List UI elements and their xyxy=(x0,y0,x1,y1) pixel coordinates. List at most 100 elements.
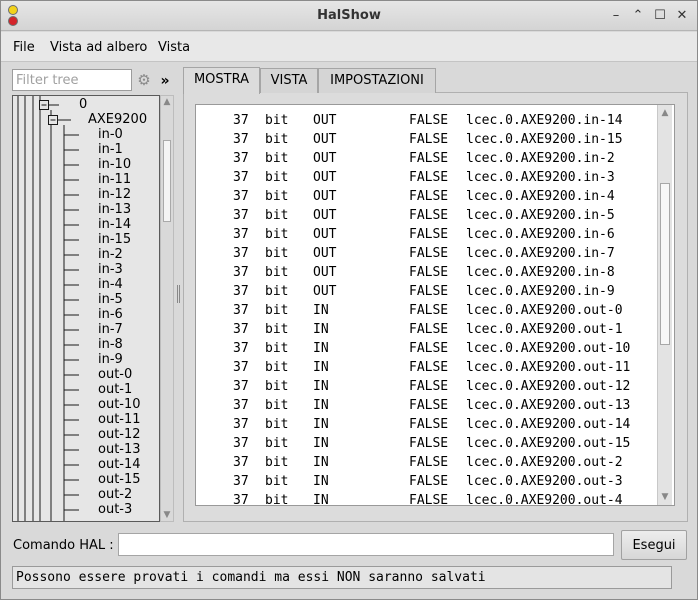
restore-icon[interactable]: ☐ xyxy=(651,7,669,25)
scroll-down-icon[interactable]: ▼ xyxy=(161,509,173,521)
menu-view[interactable]: Vista xyxy=(158,40,190,55)
filter-tree-input[interactable] xyxy=(12,69,132,91)
pin-row[interactable]: 37 bit IN FALSE lcec.0.AXE9200.out-1 xyxy=(196,322,656,341)
tree-leaf[interactable]: in-13 xyxy=(98,202,131,217)
pin-direction: OUT xyxy=(313,227,337,242)
tree-leaf[interactable]: out-0 xyxy=(98,367,132,382)
tree-leaf[interactable]: in-3 xyxy=(98,262,123,277)
pin-row[interactable]: 37 bit IN FALSE lcec.0.AXE9200.out-12 xyxy=(196,379,656,398)
menu-file[interactable]: File xyxy=(13,40,35,55)
pin-tree[interactable]: 0 AXE9200 in-0 in-1 in-10 in-11 in-12 in-13 in-1… xyxy=(12,95,160,522)
pane-splitter-handle[interactable] xyxy=(177,285,180,303)
pin-name: lcec.0.AXE9200.in-2 xyxy=(466,151,615,166)
content-scroll-thumb[interactable] xyxy=(660,183,670,345)
pin-owner: 37 xyxy=(233,493,249,506)
command-input[interactable] xyxy=(118,533,614,556)
tree-scroll-thumb[interactable] xyxy=(163,140,171,222)
pin-direction: IN xyxy=(313,379,329,394)
pin-row[interactable]: 37 bit IN FALSE lcec.0.AXE9200.out-2 xyxy=(196,455,656,474)
close-icon[interactable]: ✕ xyxy=(673,7,691,25)
tree-leaf[interactable]: in-11 xyxy=(98,172,131,187)
tree-leaf[interactable]: out-12 xyxy=(98,427,141,442)
run-button[interactable]: Esegui xyxy=(621,530,687,560)
pin-name: lcec.0.AXE9200.out-1 xyxy=(466,322,623,337)
minimize-icon[interactable]: – xyxy=(607,7,625,25)
pin-direction: OUT xyxy=(313,246,337,261)
pin-row[interactable]: 37 bit IN FALSE lcec.0.AXE9200.out-10 xyxy=(196,341,656,360)
pin-owner: 37 xyxy=(233,436,249,451)
tree-leaf[interactable]: out-2 xyxy=(98,487,132,502)
tree-leaf[interactable]: in-2 xyxy=(98,247,123,262)
tree-leaf[interactable]: in-12 xyxy=(98,187,131,202)
pin-owner: 37 xyxy=(233,284,249,299)
pin-type: bit xyxy=(265,170,289,185)
pin-type: bit xyxy=(265,189,289,204)
pin-row[interactable]: 37 bit IN FALSE lcec.0.AXE9200.out-15 xyxy=(196,436,656,455)
pin-row[interactable]: 37 bit IN FALSE lcec.0.AXE9200.out-3 xyxy=(196,474,656,493)
pin-list[interactable]: 37 bit OUT FALSE lcec.0.AXE9200.in-14 37 bit OU… xyxy=(195,104,675,506)
tree-leaf[interactable]: in-1 xyxy=(98,142,123,157)
tree-leaf[interactable]: in-6 xyxy=(98,307,123,322)
pin-row[interactable]: 37 bit OUT FALSE lcec.0.AXE9200.in-6 xyxy=(196,227,656,246)
expand-icon[interactable]: » xyxy=(158,71,172,91)
pin-row[interactable]: 37 bit OUT FALSE lcec.0.AXE9200.in-14 xyxy=(196,113,656,132)
tree-leaf[interactable]: in-4 xyxy=(98,277,123,292)
pin-owner: 37 xyxy=(233,360,249,375)
halshow-window: HalShow – ⌃ ☐ ✕ File Vista ad albero Vis… xyxy=(0,0,698,600)
tree-node-device[interactable]: AXE9200 xyxy=(88,112,147,127)
tree-leaf[interactable]: in-0 xyxy=(98,127,123,142)
tree-leaf[interactable]: in-9 xyxy=(98,352,123,367)
menu-tree-view[interactable]: Vista ad albero xyxy=(50,40,147,55)
tree-leaf[interactable]: in-8 xyxy=(98,337,123,352)
pin-direction: OUT xyxy=(313,208,337,223)
pin-row[interactable]: 37 bit IN FALSE lcec.0.AXE9200.out-0 xyxy=(196,303,656,322)
tree-leaf[interactable]: out-15 xyxy=(98,472,141,487)
pin-row[interactable]: 37 bit OUT FALSE lcec.0.AXE9200.in-7 xyxy=(196,246,656,265)
tree-leaf[interactable]: out-14 xyxy=(98,457,141,472)
pin-row[interactable]: 37 bit OUT FALSE lcec.0.AXE9200.in-4 xyxy=(196,189,656,208)
pin-type: bit xyxy=(265,113,289,128)
pin-row[interactable]: 37 bit OUT FALSE lcec.0.AXE9200.in-5 xyxy=(196,208,656,227)
pin-owner: 37 xyxy=(233,265,249,280)
tree-leaf[interactable]: in-10 xyxy=(98,157,131,172)
pin-value: FALSE xyxy=(409,379,449,394)
pin-direction: OUT xyxy=(313,189,337,204)
tree-leaf[interactable]: out-10 xyxy=(98,397,141,412)
pin-row[interactable]: 37 bit OUT FALSE lcec.0.AXE9200.in-9 xyxy=(196,284,656,303)
pin-row[interactable]: 37 bit OUT FALSE lcec.0.AXE9200.in-2 xyxy=(196,151,656,170)
maximize-icon[interactable]: ⌃ xyxy=(629,7,647,25)
pin-value: FALSE xyxy=(409,208,449,223)
tree-leaf[interactable]: in-7 xyxy=(98,322,123,337)
tree-leaf[interactable]: out-13 xyxy=(98,442,141,457)
tab-impostazioni[interactable]: IMPOSTAZIONI xyxy=(318,68,436,93)
pin-value: FALSE xyxy=(409,436,449,451)
scroll-down-icon[interactable]: ▼ xyxy=(658,490,672,504)
pin-value: FALSE xyxy=(409,284,449,299)
pin-row[interactable]: 37 bit IN FALSE lcec.0.AXE9200.out-11 xyxy=(196,360,656,379)
scroll-up-icon[interactable]: ▲ xyxy=(161,96,173,108)
tree-leaf[interactable]: in-14 xyxy=(98,217,131,232)
tab-vista[interactable]: VISTA xyxy=(260,68,318,93)
tree-node-root[interactable]: 0 xyxy=(79,97,87,112)
pin-name: lcec.0.AXE9200.in-3 xyxy=(466,170,615,185)
tree-scrollbar[interactable]: ▲ ▼ xyxy=(160,95,174,522)
tree-leaf[interactable]: in-15 xyxy=(98,232,131,247)
pin-row[interactable]: 37 bit OUT FALSE lcec.0.AXE9200.in-8 xyxy=(196,265,656,284)
gear-icon[interactable]: ⚙ xyxy=(135,70,153,90)
pin-owner: 37 xyxy=(233,303,249,318)
pin-row[interactable]: 37 bit OUT FALSE lcec.0.AXE9200.in-3 xyxy=(196,170,656,189)
tree-leaf[interactable]: out-11 xyxy=(98,412,141,427)
tree-leaf[interactable]: out-1 xyxy=(98,382,132,397)
scroll-up-icon[interactable]: ▲ xyxy=(658,106,672,120)
pin-name: lcec.0.AXE9200.in-15 xyxy=(466,132,623,147)
content-scrollbar[interactable]: ▲ ▼ xyxy=(657,105,672,505)
pin-row[interactable]: 37 bit IN FALSE lcec.0.AXE9200.out-14 xyxy=(196,417,656,436)
tree-leaf[interactable]: in-5 xyxy=(98,292,123,307)
pin-row[interactable]: 37 bit IN FALSE lcec.0.AXE9200.out-13 xyxy=(196,398,656,417)
pin-row[interactable]: 37 bit OUT FALSE lcec.0.AXE9200.in-15 xyxy=(196,132,656,151)
tree-leaf[interactable]: out-3 xyxy=(98,502,132,517)
pin-owner: 37 xyxy=(233,227,249,242)
tab-mostra[interactable]: MOSTRA xyxy=(183,67,260,94)
pin-name: lcec.0.AXE9200.in-7 xyxy=(466,246,615,261)
pin-row[interactable]: 37 bit IN FALSE lcec.0.AXE9200.out-4 xyxy=(196,493,656,506)
